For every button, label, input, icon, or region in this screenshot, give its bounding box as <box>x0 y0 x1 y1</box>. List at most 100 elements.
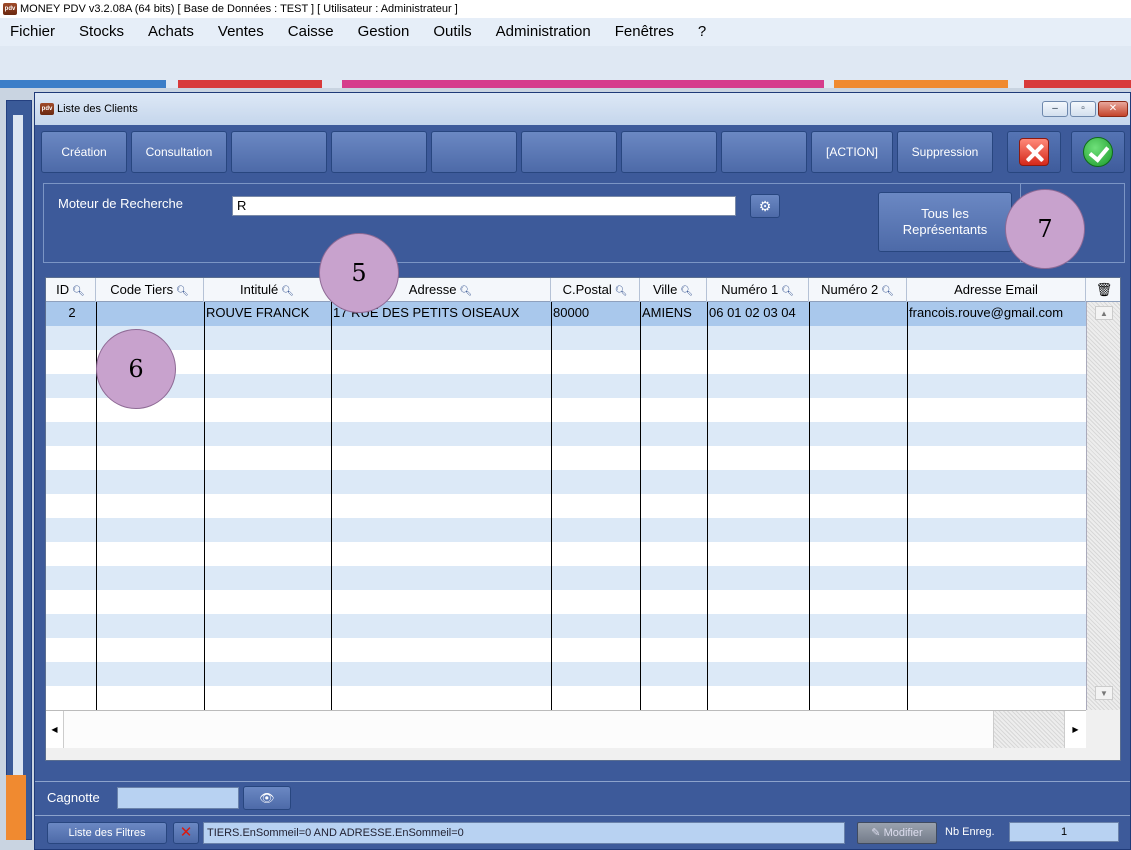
empty-row <box>46 494 1086 518</box>
window-controls: ‒ ▫ ✕ <box>1042 101 1128 117</box>
dialog-title-bar: pdv Liste des Clients ‒ ▫ ✕ <box>35 93 1130 125</box>
toolbar-empty-button-5[interactable] <box>621 131 717 173</box>
cell-email: francois.rouve@gmail.com <box>909 305 1064 320</box>
eye-icon: 👁︎ <box>259 791 275 805</box>
modify-button[interactable]: ✎ Modifier <box>857 822 937 844</box>
scroll-track <box>994 711 1064 749</box>
scroll-left-icon[interactable]: ◀ <box>46 711 64 749</box>
column-header-intitule[interactable]: Intitulé 🔍︎ <box>204 278 331 302</box>
color-strip-blue <box>0 80 166 88</box>
scroll-thumb[interactable] <box>64 711 994 749</box>
column-header-id[interactable]: ID 🔍︎ <box>46 278 96 302</box>
minimize-icon[interactable]: ‒ <box>1042 101 1068 117</box>
menubar: Fichier Stocks Achats Ventes Caisse Gest… <box>0 18 1131 46</box>
cancel-x-icon <box>1019 138 1049 166</box>
annotation-marker-5: 5 <box>319 233 399 313</box>
menu-outils[interactable]: Outils <box>421 18 483 46</box>
empty-row <box>46 398 1086 422</box>
consultation-button[interactable]: Consultation <box>131 131 227 173</box>
color-strip-red-2 <box>1024 80 1131 88</box>
annotation-marker-7: 7 <box>1005 189 1085 269</box>
representants-button[interactable]: Tous les Représentants <box>878 192 1012 252</box>
gear-search-icon: ⚙ <box>758 198 772 214</box>
filter-expression: TIERS.EnSommeil=0 AND ADRESSE.EnSommeil=… <box>203 822 845 844</box>
empty-row <box>46 542 1086 566</box>
representants-line2: Représentants <box>902 222 988 237</box>
menu-achats[interactable]: Achats <box>136 18 206 46</box>
search-go-button[interactable]: ⚙ <box>750 194 780 218</box>
menu-administration[interactable]: Administration <box>484 18 603 46</box>
dialog-title: Liste des Clients <box>57 103 138 115</box>
toolbar-empty-button-3[interactable] <box>431 131 517 173</box>
close-icon[interactable]: ✕ <box>1098 101 1128 117</box>
column-header-ville[interactable]: Ville 🔍︎ <box>640 278 707 302</box>
empty-row <box>46 374 1086 398</box>
color-strip-red <box>178 80 322 88</box>
dialog-logo-icon: pdv <box>40 103 54 115</box>
clients-grid: ID 🔍︎ Code Tiers 🔍︎ Intitulé 🔍︎ Adresse 🔍︎ C… <box>45 277 1121 761</box>
filters-list-button[interactable]: Liste des Filtres <box>47 822 167 844</box>
cell-code-tiers <box>96 302 204 326</box>
clear-filter-icon[interactable]: ✕ <box>173 822 199 844</box>
search-panel: Moteur de Recherche R ⚙ Tous les Représe… <box>43 183 1125 263</box>
app-title-bar: pdv MONEY PDV v3.2.08A (64 bits) [ Base … <box>0 0 1131 18</box>
column-header-numero1[interactable]: Numéro 1 🔍︎ <box>707 278 809 302</box>
toolbar-empty-button-6[interactable] <box>721 131 807 173</box>
grid-footer <box>46 748 1086 760</box>
column-chooser-icon[interactable]: 🗑︎ <box>1086 278 1120 302</box>
menu-help[interactable]: ? <box>686 18 718 46</box>
edit-icon: ✎ <box>871 827 884 839</box>
menu-caisse[interactable]: Caisse <box>276 18 346 46</box>
toolbar-empty-button-4[interactable] <box>521 131 617 173</box>
cell-numero1: 06 01 02 03 04 <box>709 305 796 320</box>
search-input[interactable]: R <box>232 196 736 216</box>
scroll-down-icon[interactable]: ▼ <box>1095 686 1113 700</box>
cagnotte-input[interactable] <box>117 787 239 809</box>
menu-ventes[interactable]: Ventes <box>206 18 276 46</box>
app-title: MONEY PDV v3.2.08A (64 bits) [ Base de D… <box>20 3 458 15</box>
empty-row <box>46 470 1086 494</box>
cell-id: 2 <box>68 305 76 320</box>
search-icon: 🔍︎ <box>72 286 85 297</box>
column-header-email[interactable]: Adresse Email <box>907 278 1086 302</box>
column-divider <box>331 302 332 710</box>
filter-bar: Liste des Filtres ✕ TIERS.EnSommeil=0 AN… <box>35 815 1130 849</box>
vertical-scrollbar[interactable]: ▲ ▼ <box>1086 302 1120 710</box>
validate-button[interactable] <box>1071 131 1125 173</box>
table-row[interactable]: 2 ROUVE FRANCK 17 RUE DES PETITS OISEAUX… <box>46 302 1086 326</box>
creation-button[interactable]: Création <box>41 131 127 173</box>
empty-row <box>46 662 1086 686</box>
search-icon: 🔍︎ <box>281 286 294 297</box>
menu-fichier[interactable]: Fichier <box>0 18 67 46</box>
column-header-code-tiers[interactable]: Code Tiers 🔍︎ <box>96 278 204 302</box>
horizontal-scrollbar[interactable]: ◀ ▶ <box>46 710 1086 749</box>
background-orange-panel <box>6 775 26 840</box>
cagnotte-view-button[interactable]: 👁︎ <box>243 786 291 810</box>
empty-row <box>46 590 1086 614</box>
app-logo-icon: pdv <box>3 3 17 15</box>
column-header-cpostal[interactable]: C.Postal 🔍︎ <box>551 278 640 302</box>
empty-row <box>46 614 1086 638</box>
toolbar-empty-button-1[interactable] <box>231 131 327 173</box>
grid-corner <box>1086 710 1120 760</box>
suppression-button[interactable]: Suppression <box>897 131 993 173</box>
column-divider <box>707 302 708 710</box>
search-icon: 🔍︎ <box>459 286 473 297</box>
search-icon: 🔍︎ <box>176 286 189 297</box>
action-button[interactable]: [ACTION] <box>811 131 893 173</box>
cagnotte-label: Cagnotte <box>47 790 100 805</box>
cancel-button[interactable] <box>1007 131 1061 173</box>
column-divider <box>551 302 552 710</box>
background-window <box>6 100 32 840</box>
toolbar-empty-button-2[interactable] <box>331 131 427 173</box>
record-count-label: Nb Enreg. <box>945 826 995 838</box>
check-icon <box>1083 137 1113 167</box>
menu-gestion[interactable]: Gestion <box>346 18 422 46</box>
scroll-right-icon[interactable]: ▶ <box>1064 711 1086 749</box>
maximize-icon[interactable]: ▫ <box>1070 101 1096 117</box>
scroll-up-icon[interactable]: ▲ <box>1095 306 1113 320</box>
column-header-numero2[interactable]: Numéro 2 🔍︎ <box>809 278 907 302</box>
empty-row <box>46 518 1086 542</box>
menu-fenetres[interactable]: Fenêtres <box>603 18 686 46</box>
menu-stocks[interactable]: Stocks <box>67 18 136 46</box>
